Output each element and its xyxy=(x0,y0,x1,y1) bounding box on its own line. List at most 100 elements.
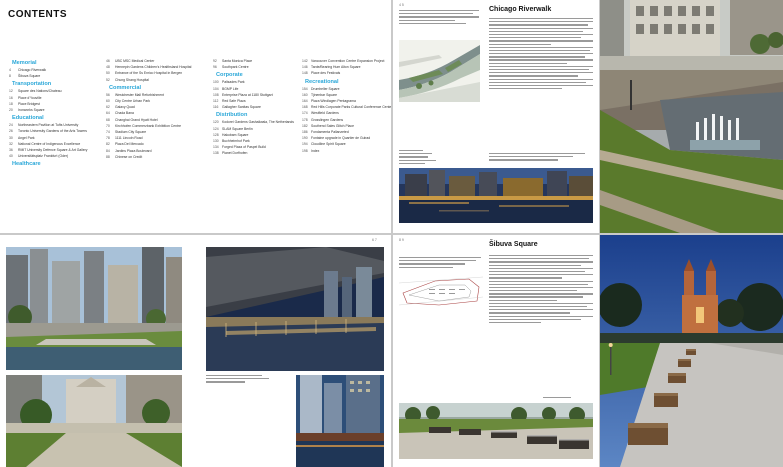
riverwalk-plaza-photo xyxy=(6,375,182,467)
contents-entry-label: Northeastern Pavilion at Tufts Universit… xyxy=(18,123,79,128)
caption-text xyxy=(399,150,459,166)
site-plan-image xyxy=(399,275,483,309)
contents-entry-page: 138 xyxy=(213,151,219,156)
contents-entry-label: BGMP Life xyxy=(222,86,239,91)
contents-entry-label: Westfield Gardens xyxy=(311,111,339,116)
contents-entry-label: Galaxy Quad xyxy=(115,105,135,110)
sibuva-benches-photo xyxy=(399,403,593,459)
contents-entry-label: Ironworks Square xyxy=(18,108,45,113)
contents-entry-label: 1111 Lincoln Road xyxy=(115,136,143,141)
contents-entry-page: 20 xyxy=(9,108,13,113)
contents-entry-label: Westchester Mall Refurbishment xyxy=(115,92,164,97)
contents-entry-label: Plaza Del Mercado xyxy=(115,142,144,147)
riverwalk-skyline-photo xyxy=(6,247,182,370)
contents-entry-label: RMIT University Defence Square & Art Gal… xyxy=(18,148,88,153)
contents-entry-label: Tjinenbar Square xyxy=(311,92,338,97)
contents-entry-label: Fontaine upgrade in Quartier de Gulrad xyxy=(311,136,371,141)
contents-entry-label: Drumheller Square xyxy=(311,86,340,91)
contents-entry[interactable]: 138 Planet Dorfhofen xyxy=(213,150,310,156)
contents-entry-label: Plaza Windlagen Pentagrama xyxy=(311,99,356,104)
contents-entry-label: Kirchhofen Commerzbank Exhibition Centre xyxy=(115,123,181,128)
contents-entry-label: Chinese on Credit xyxy=(115,154,143,159)
contents-section-heading: Educational xyxy=(12,115,44,122)
contents-entry-label: Palisades Park xyxy=(222,80,245,85)
contents-entry-label: Fondamenta Pallanzeted xyxy=(311,130,349,135)
contents-entry-label: National Centre of Indigenous Excellence xyxy=(18,141,81,146)
caption-text-right xyxy=(489,153,585,163)
contents-entry-label: Entrance of the Ss Enrico Hospital in Be… xyxy=(115,71,183,76)
contents-entry[interactable]: 148 Place des Festivals xyxy=(302,70,389,76)
contents-entry-label: Planet Dorfhofen xyxy=(222,151,248,156)
riverwalk-fountain-photo xyxy=(600,0,783,233)
contents-entry-page: 40 xyxy=(9,154,13,159)
page-number: 6 7 xyxy=(372,238,377,242)
contents-entry-label: Jardins Plaza Boulevard xyxy=(115,148,152,153)
contents-column-1: Memorial 4 Chicago Riverwalk 8 Šibuva Square… xyxy=(9,58,104,168)
contents-entry-page: 148 xyxy=(302,71,308,76)
body-text xyxy=(489,18,593,91)
site-plan-image xyxy=(399,40,480,102)
contents-entry[interactable]: 96 Southpark Centre xyxy=(213,64,310,70)
photo-spread-left-page: 6 7 xyxy=(0,235,391,467)
contents-entry[interactable]: 52 Chung Shang Hospital xyxy=(106,77,211,83)
contents-entry-page: 116 xyxy=(213,105,219,110)
contents-section-heading: Corporate xyxy=(216,72,243,79)
contents-entry-page: 198 xyxy=(302,148,308,153)
contents-entry-label: Tarde/Bearing Hum Alton Square xyxy=(311,65,361,70)
contents-entry-label: Stadium City Square xyxy=(115,130,147,135)
contents-entry-label: Hakobam Square xyxy=(222,132,249,137)
contents-entry-label: Chung Shang Hospital xyxy=(115,77,149,82)
contents-entry-label: Kodorei Gardens Gashaliwala, The Netherl… xyxy=(222,120,294,125)
intro-text xyxy=(399,257,481,270)
article-title: Šibuva Square xyxy=(489,241,538,248)
contents-entry-label: Enterprise Plaza at 1180 Stuttgart xyxy=(222,92,273,97)
contents-entry-label: Index xyxy=(311,148,320,153)
page-number: 8 9 xyxy=(399,238,404,242)
contents-entry-label: Grosslingen Gardens xyxy=(311,117,344,122)
contents-entry[interactable]: 20 Ironworks Square xyxy=(9,107,104,113)
contents-section-heading: Healthcare xyxy=(12,161,41,168)
contents-entry-label: Place des Festivals xyxy=(311,71,341,76)
riverwalk-night-photo xyxy=(399,168,593,223)
contents-entry-label: Red Safe Plaza xyxy=(222,99,246,104)
contents-section-heading: Distribution xyxy=(216,112,248,119)
contents-entry-label: Changhai Grand Hyatt Hotel xyxy=(115,117,158,122)
contents-entry-label: SLAM Square Berlin xyxy=(222,126,253,131)
contents-section-heading: Memorial xyxy=(12,60,37,66)
contents-column-4: 142 Vancouver Convention Centre Expansion… xyxy=(302,58,391,154)
contents-entry-label: Square des Nations/Chateau xyxy=(18,89,62,94)
contents-column-3: 92 Santa Monica Place 96 Southpark Centre Co… xyxy=(213,58,310,157)
contents-entry-page: 96 xyxy=(213,65,217,70)
contents-entry-label: Vancouver Convention Centre Expansion Pr… xyxy=(311,59,385,63)
contents-entry[interactable]: 198 Index xyxy=(302,148,389,154)
riverwalk-night-towers-photo xyxy=(296,375,384,467)
contents-entry-label: Forged Plaza of Paspel Build xyxy=(222,145,266,150)
contents-entry-label: Angel Park xyxy=(18,135,35,140)
contents-entry-label: Šibuva Square xyxy=(18,74,41,79)
sibuva-article-page: 8 9 Šibuva Square xyxy=(393,235,599,467)
contents-entry-page: 8 xyxy=(9,74,11,79)
riverwalk-article-page: 4 5 Chicago Riverwalk xyxy=(393,0,599,233)
contents-entry-label: Toronto University Gardens of the Arts T… xyxy=(18,129,87,134)
caption-text xyxy=(206,375,276,385)
contents-entry-label: Universitätsplatz Frankfurt (Oder) xyxy=(18,154,69,159)
caption-text xyxy=(543,397,589,400)
contents-entry-label: Santa Monica Place xyxy=(222,59,253,63)
contents-entry-label: Cloudline Spirit Square xyxy=(311,142,346,147)
contents-page: CONTENTS Memorial 4 Chicago Riverwalk 8 Šibu… xyxy=(0,0,391,233)
contents-entry[interactable]: 8 Šibuva Square xyxy=(9,73,104,79)
sibuva-church-photo xyxy=(600,235,783,467)
contents-section-heading: Commercial xyxy=(109,84,142,91)
contents-entry[interactable]: 88 Chinese on Credit xyxy=(106,154,211,160)
contents-entry-label: City Centre Urban Park xyxy=(115,99,151,104)
contents-entry[interactable]: 116 Gallagher Sanitas Square xyxy=(213,104,310,110)
contents-entry[interactable]: 40 Universitätsplatz Frankfurt (Oder) xyxy=(9,153,104,159)
contents-section-heading: Transportation xyxy=(12,81,52,88)
contents-entry-label: Southend Sales Glitch Place xyxy=(311,123,354,128)
contents-entry-label: Chada Bana xyxy=(115,111,134,116)
contents-entry-page: 52 xyxy=(106,77,110,82)
contents-entry-label: Gallagher Sanitas Square xyxy=(222,105,261,110)
page-number: 4 5 xyxy=(399,3,404,7)
riverwalk-bridge-photo xyxy=(206,247,384,371)
contents-title: CONTENTS xyxy=(8,9,67,20)
